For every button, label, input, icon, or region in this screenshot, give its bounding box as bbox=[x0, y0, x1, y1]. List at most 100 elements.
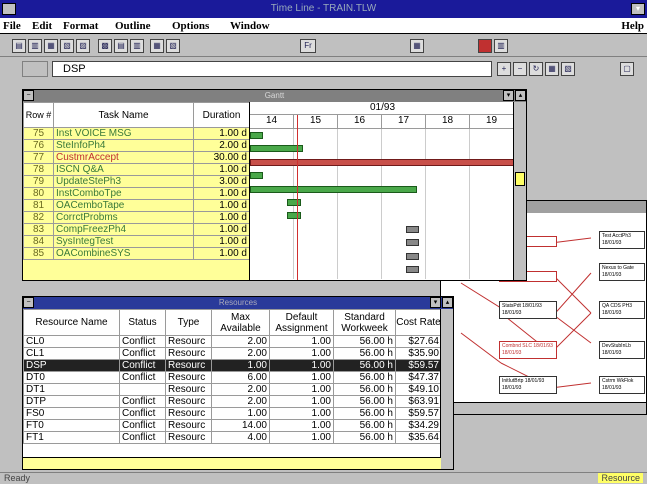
resource-cell[interactable]: 56.00 h bbox=[333, 419, 396, 432]
menu-file[interactable]: File bbox=[3, 20, 21, 32]
resources-header[interactable]: Default Assignment bbox=[269, 309, 334, 336]
paste-icon[interactable]: ▥ bbox=[130, 39, 144, 53]
resource-cell[interactable]: 1.00 bbox=[269, 371, 334, 384]
pert-node[interactable]: Nexus to Gate 18/01/93 bbox=[599, 263, 645, 281]
gantt-bar[interactable] bbox=[250, 132, 264, 139]
filter-icon[interactable]: ▧ bbox=[561, 62, 575, 76]
resource-cell[interactable]: DT0 bbox=[23, 371, 120, 384]
menu-format[interactable]: Format bbox=[63, 20, 98, 32]
gantt-duration[interactable]: 2.00 d bbox=[193, 139, 250, 152]
gantt-duration[interactable]: 30.00 d bbox=[193, 151, 250, 164]
resources-minimize-button[interactable]: ▾ bbox=[430, 297, 441, 308]
resources-maximize-button[interactable]: ▴ bbox=[442, 297, 453, 308]
gantt-row[interactable]: 76 SteInfoPh4 2.00 d bbox=[23, 139, 250, 152]
resource-cell[interactable]: CL1 bbox=[23, 347, 120, 360]
open-file-icon[interactable]: ▥ bbox=[28, 39, 42, 53]
resource-cell[interactable]: 56.00 h bbox=[333, 431, 396, 444]
gantt-bar[interactable] bbox=[406, 239, 420, 247]
gantt-row[interactable]: 84 SysIntegTest 1.00 d bbox=[23, 235, 250, 248]
resource-cell[interactable]: 1.00 bbox=[269, 347, 334, 360]
resource-cell[interactable]: Conflict bbox=[119, 335, 166, 348]
gantt-bar[interactable] bbox=[287, 199, 301, 206]
resource-cell[interactable]: 1.00 bbox=[269, 335, 334, 348]
resources-vscroll[interactable] bbox=[440, 309, 453, 469]
notes-icon[interactable]: ▢ bbox=[620, 62, 634, 76]
resource-row[interactable]: FT0 Conflict Resourc 14.00 1.00 56.00 h $34.29 bbox=[23, 419, 442, 432]
print-icon[interactable]: ▧ bbox=[60, 39, 74, 53]
pert-node[interactable]: Combnd SLC 18/01/93 18/01/93 bbox=[499, 341, 557, 359]
resource-cell[interactable]: 1.00 bbox=[269, 419, 334, 432]
gantt-header-row[interactable]: Row # bbox=[23, 102, 54, 128]
pert-node[interactable]: DevStubInLb 18/01/93 bbox=[599, 341, 645, 359]
resource-row[interactable]: FS0 Conflict Resourc 1.00 1.00 56.00 h $59.57 bbox=[23, 407, 442, 420]
gantt-row[interactable]: 81 OACemboTape 1.00 d bbox=[23, 199, 250, 212]
gantt-bar[interactable] bbox=[406, 266, 420, 273]
resource-cell[interactable]: $63.91 bbox=[395, 395, 442, 408]
gantt-row[interactable]: 82 CorrctProbms 1.00 d bbox=[23, 211, 250, 224]
resource-cell[interactable]: Resourc bbox=[165, 431, 212, 444]
resource-cell[interactable]: 2.00 bbox=[211, 383, 270, 396]
resource-cell[interactable]: DSP bbox=[23, 359, 120, 372]
resource-cell[interactable]: Resourc bbox=[165, 371, 212, 384]
resource-cell[interactable]: Resourc bbox=[165, 419, 212, 432]
resources-header[interactable]: Type bbox=[165, 309, 212, 336]
resource-row[interactable]: DSP Conflict Resourc 1.00 1.00 56.00 h $59.57 bbox=[23, 359, 442, 372]
resource-cell[interactable]: CL0 bbox=[23, 335, 120, 348]
resource-cell[interactable]: Resourc bbox=[165, 383, 212, 396]
resources-system-button[interactable]: − bbox=[23, 297, 34, 308]
resource-cell[interactable]: $34.29 bbox=[395, 419, 442, 432]
copy-icon[interactable]: ▤ bbox=[114, 39, 128, 53]
resource-cell[interactable]: 56.00 h bbox=[333, 383, 396, 396]
resource-cell[interactable]: $59.57 bbox=[395, 359, 442, 372]
pert-node[interactable]: InitIutBrtp 18/01/93 18/01/93 bbox=[499, 376, 557, 394]
resource-cell[interactable]: 56.00 h bbox=[333, 407, 396, 420]
gantt-duration[interactable]: 1.00 d bbox=[193, 223, 250, 236]
resource-cell[interactable]: Resourc bbox=[165, 359, 212, 372]
gantt-task-name[interactable]: SysIntegTest bbox=[53, 235, 194, 248]
gantt-bar[interactable] bbox=[250, 158, 514, 166]
resource-cell[interactable]: 2.00 bbox=[211, 395, 270, 408]
resource-cell[interactable]: 1.00 bbox=[211, 407, 270, 420]
resource-cell[interactable]: FT1 bbox=[23, 431, 120, 444]
resource-icon[interactable] bbox=[478, 39, 492, 53]
gantt-task-name[interactable]: CorrctProbms bbox=[53, 211, 194, 224]
resource-cell[interactable]: DTP bbox=[23, 395, 120, 408]
gantt-task-name[interactable]: ISCN Q&A bbox=[53, 163, 194, 176]
menu-window[interactable]: Window bbox=[230, 20, 270, 32]
gantt-bar[interactable] bbox=[406, 252, 420, 260]
cut-icon[interactable]: ▩ bbox=[98, 39, 112, 53]
gantt-duration[interactable]: 1.00 d bbox=[193, 235, 250, 248]
resource-cell[interactable]: $47.37 bbox=[395, 371, 442, 384]
gantt-vscroll[interactable] bbox=[513, 102, 526, 280]
gantt-maximize-button[interactable]: ▴ bbox=[515, 90, 526, 101]
resources-header[interactable]: Cost Rate bbox=[395, 309, 442, 336]
resource-cell[interactable]: 6.00 bbox=[211, 371, 270, 384]
menu-outline[interactable]: Outline bbox=[115, 20, 150, 32]
gantt-task-name[interactable]: CompFreezPh4 bbox=[53, 223, 194, 236]
grid-icon[interactable]: ▦ bbox=[410, 39, 424, 53]
gantt-duration[interactable]: 1.00 d bbox=[193, 199, 250, 212]
resource-cell[interactable]: FT0 bbox=[23, 419, 120, 432]
resource-cell[interactable]: 1.00 bbox=[269, 395, 334, 408]
resource-row[interactable]: CL0 Conflict Resourc 2.00 1.00 56.00 h $27.64 bbox=[23, 335, 442, 348]
resource-cell[interactable]: 14.00 bbox=[211, 419, 270, 432]
pert-hscroll[interactable] bbox=[441, 402, 646, 414]
gantt-bar[interactable] bbox=[287, 212, 301, 220]
resource-cell[interactable]: 1.00 bbox=[211, 359, 270, 372]
pert-node[interactable]: QA CDS PH3 18/01/93 bbox=[599, 301, 645, 319]
gantt-bar[interactable] bbox=[250, 145, 303, 153]
resource-cell[interactable]: Conflict bbox=[119, 407, 166, 420]
resource-cell[interactable]: $27.64 bbox=[395, 335, 442, 348]
resource-cell[interactable]: $35.64 bbox=[395, 431, 442, 444]
resources-header[interactable]: Resource Name bbox=[23, 309, 120, 336]
resource-cell[interactable]: Resourc bbox=[165, 335, 212, 348]
menu-options[interactable]: Options bbox=[172, 20, 209, 32]
resource-cell[interactable]: 4.00 bbox=[211, 431, 270, 444]
gantt-row[interactable]: 79 UpdateStePh3 3.00 d bbox=[23, 175, 250, 188]
gantt-row[interactable]: 83 CompFreezPh4 1.00 d bbox=[23, 223, 250, 236]
gantt-row[interactable]: 78 ISCN Q&A 1.00 d bbox=[23, 163, 250, 176]
resource-cell[interactable]: Resourc bbox=[165, 395, 212, 408]
resource-cell[interactable]: Conflict bbox=[119, 419, 166, 432]
gantt-row[interactable]: 77 CustmrAccept 30.00 d bbox=[23, 151, 250, 164]
gantt-bar[interactable] bbox=[250, 172, 264, 180]
